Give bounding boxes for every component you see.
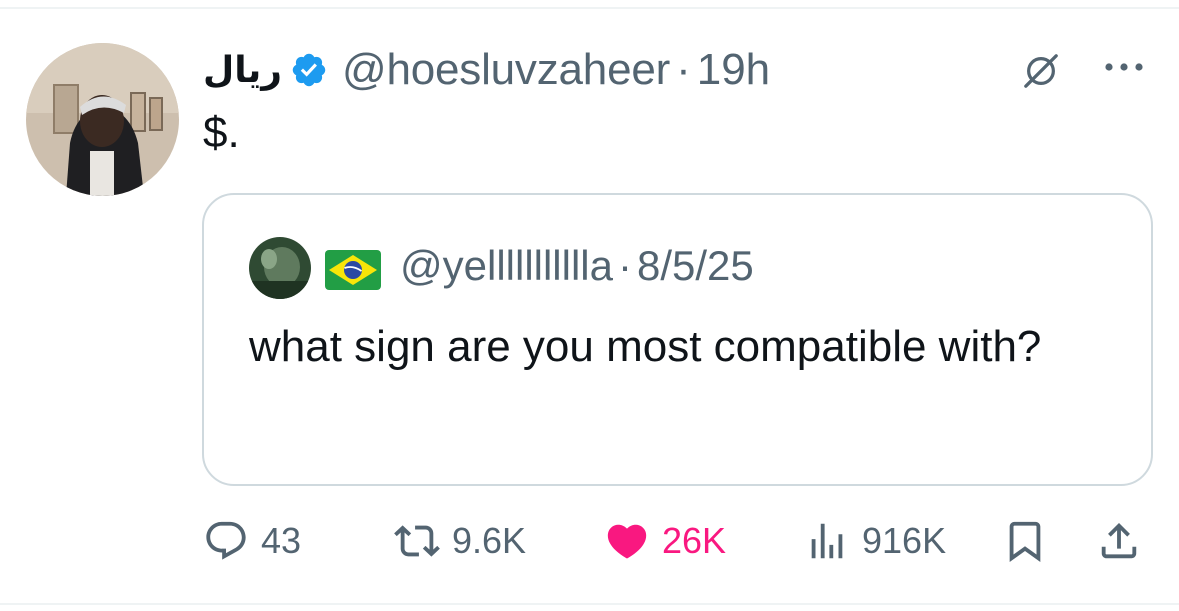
quoted-tweet-timestamp[interactable]: 8/5/25 <box>637 242 754 290</box>
like-count: 26K <box>662 520 727 561</box>
more-options-icon[interactable] <box>1103 58 1145 76</box>
header-separator: · <box>676 45 691 94</box>
quoted-author-avatar[interactable] <box>249 237 311 299</box>
author-avatar[interactable] <box>26 43 179 196</box>
quoted-tweet-header: @yellllllllllla · 8/5/25 <box>400 242 754 290</box>
views-button[interactable]: 916K <box>804 513 946 569</box>
share-button[interactable] <box>1096 513 1142 569</box>
action-bar: 43 9.6K 26K 916K <box>0 513 1179 569</box>
views-chart-icon <box>804 518 850 564</box>
bottom-divider <box>0 603 1179 605</box>
quoted-tweet-card[interactable]: @yellllllllllla · 8/5/25 what sign are y… <box>202 193 1153 486</box>
brazil-flag-icon <box>325 250 381 290</box>
retweet-button[interactable]: 9.6K <box>394 513 526 569</box>
like-button[interactable]: 26K <box>604 513 726 569</box>
heart-filled-icon <box>604 518 650 564</box>
tweet-body-text: $. <box>203 108 240 157</box>
quoted-author-handle[interactable]: @yellllllllllla <box>400 242 613 290</box>
tweet-header: ريال @hoesluvzaheer · 19h <box>203 42 770 98</box>
top-divider <box>0 7 1179 9</box>
author-display-name[interactable]: ريال <box>203 49 282 91</box>
retweet-icon <box>394 518 440 564</box>
verified-badge-icon[interactable] <box>290 51 328 89</box>
share-icon <box>1096 518 1142 564</box>
bookmark-icon <box>1002 518 1048 564</box>
quoted-tweet-text: what sign are you most compatible with? <box>249 322 1042 371</box>
retweet-count: 9.6K <box>452 520 527 561</box>
views-count: 916K <box>862 520 947 561</box>
grok-icon[interactable] <box>1022 52 1060 90</box>
reply-count: 43 <box>261 520 302 561</box>
reply-button[interactable]: 43 <box>203 513 301 569</box>
quoted-header-separator: · <box>618 242 632 289</box>
reply-icon <box>203 518 249 564</box>
tweet-timestamp[interactable]: 19h <box>697 45 770 95</box>
bookmark-button[interactable] <box>1002 513 1048 569</box>
author-handle[interactable]: @hoesluvzaheer <box>342 45 670 95</box>
